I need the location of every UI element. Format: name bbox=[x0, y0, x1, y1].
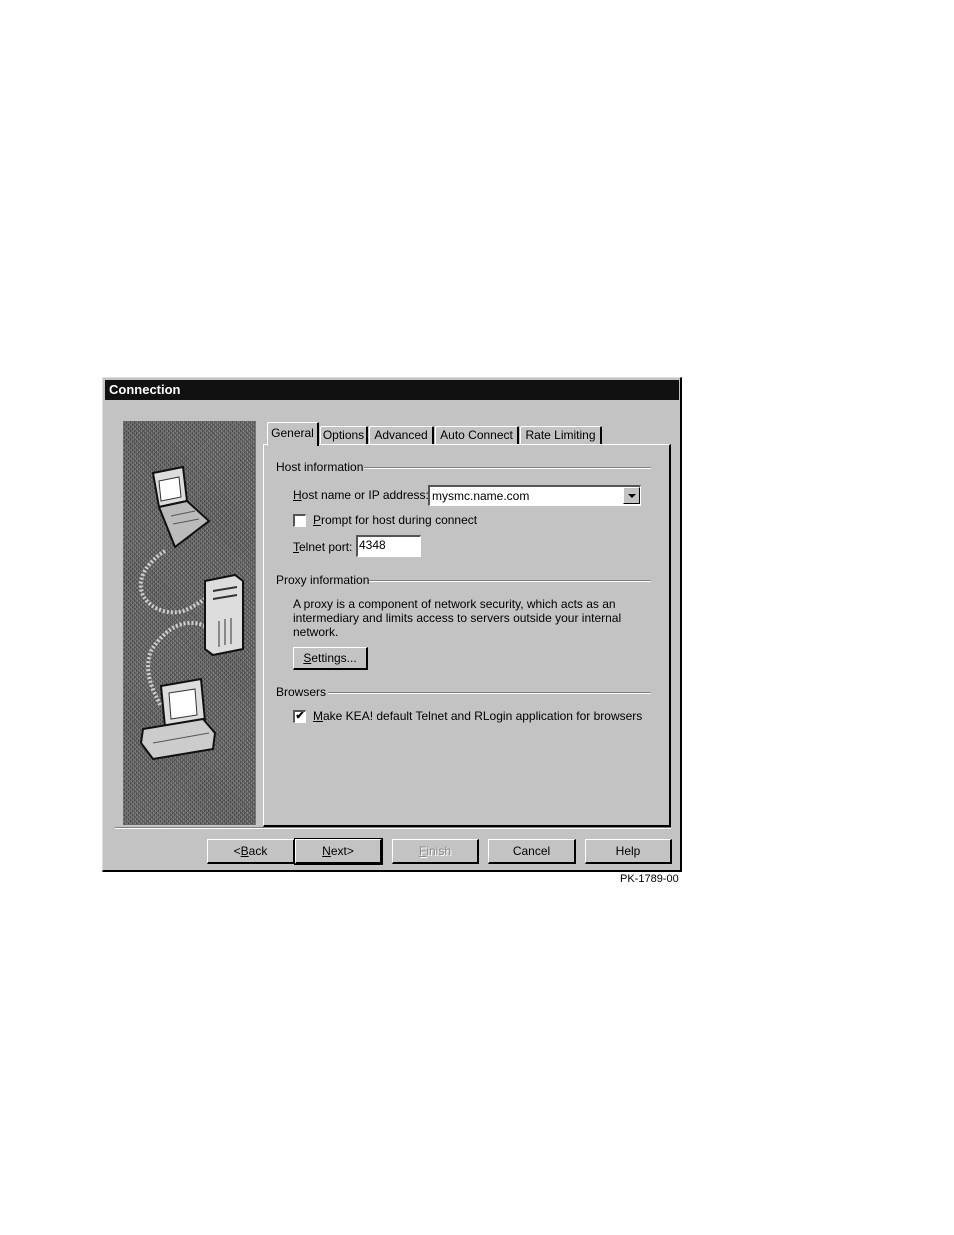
cancel-button[interactable]: Cancel bbox=[488, 839, 576, 864]
tab-advanced[interactable]: Advanced bbox=[369, 426, 434, 444]
proxy-information-group-label: Proxy information bbox=[276, 573, 373, 587]
window-title: Connection bbox=[109, 382, 181, 397]
browsers-group-label: Browsers bbox=[276, 685, 330, 699]
host-information-group-label: Host information bbox=[276, 460, 367, 474]
prompt-for-host-checkbox[interactable] bbox=[293, 514, 306, 527]
laptop-icon bbox=[151, 465, 211, 549]
tab-rate-limiting[interactable]: Rate Limiting bbox=[520, 426, 602, 444]
group-divider bbox=[328, 692, 651, 694]
next-button[interactable]: Next> bbox=[294, 838, 383, 865]
prompt-for-host-label: Prompt for host during connect bbox=[313, 513, 478, 527]
host-name-label: Host name or IP address: bbox=[293, 488, 429, 502]
group-divider bbox=[369, 580, 651, 582]
figure-id-label: PK-1789-00 bbox=[620, 873, 679, 885]
default-browser-app-checkbox[interactable]: ✔ bbox=[293, 710, 306, 723]
general-tab-panel: Host information Host name or IP address… bbox=[263, 444, 671, 827]
button-separator bbox=[115, 827, 671, 829]
tab-auto-connect[interactable]: Auto Connect bbox=[435, 426, 519, 444]
back-button[interactable]: <Back bbox=[207, 839, 295, 864]
wizard-illustration bbox=[123, 421, 256, 825]
telnet-port-label: Telnet port: bbox=[293, 540, 353, 554]
tab-general[interactable]: General bbox=[267, 422, 319, 446]
telnet-port-input[interactable]: 4348 bbox=[356, 535, 421, 557]
host-name-combobox[interactable]: mysmc.name.com bbox=[428, 485, 641, 506]
tab-options[interactable]: Options bbox=[320, 426, 368, 444]
connection-dialog: Connection General Options Advanced Auto… bbox=[102, 377, 682, 872]
proxy-description: A proxy is a component of network securi… bbox=[293, 597, 622, 639]
help-button[interactable]: Help bbox=[585, 839, 672, 864]
connection-curve bbox=[138, 549, 207, 615]
default-browser-app-label: Make KEA! default Telnet and RLogin appl… bbox=[313, 709, 643, 723]
group-divider bbox=[364, 467, 651, 469]
server-tower-icon bbox=[204, 573, 244, 657]
host-name-value: mysmc.name.com bbox=[432, 489, 530, 503]
settings-button[interactable]: Settings... bbox=[293, 647, 368, 670]
finish-button[interactable]: Finish bbox=[392, 839, 479, 864]
chevron-down-icon[interactable] bbox=[623, 487, 640, 504]
title-bar: Connection bbox=[105, 380, 679, 400]
